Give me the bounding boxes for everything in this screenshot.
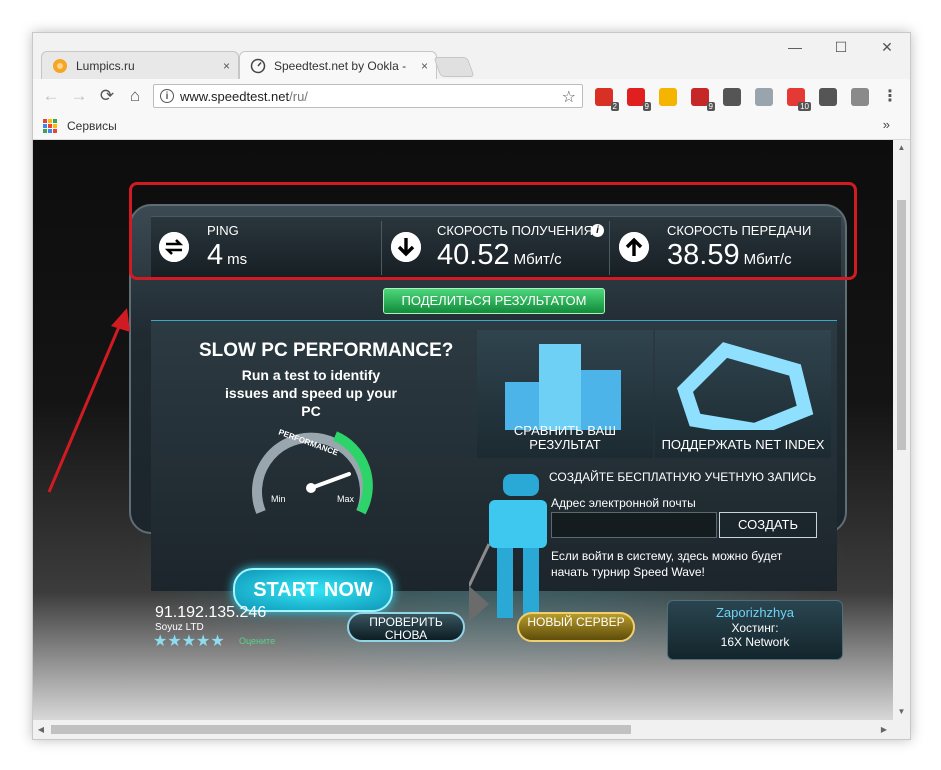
support-tile[interactable]: ПОДДЕРЖАТЬ NET INDEX <box>655 330 831 458</box>
new-tab-button[interactable] <box>433 57 475 77</box>
scroll-down-icon[interactable]: ▼ <box>893 704 910 720</box>
tab-title: Lumpics.ru <box>76 58 135 73</box>
scroll-right-icon[interactable]: ▶ <box>876 720 892 739</box>
horizontal-scroll-thumb[interactable] <box>51 725 631 734</box>
host-label: Хостинг: <box>731 621 779 635</box>
lumpics-favicon-icon <box>52 58 68 74</box>
bookmarks-bar: Сервисы » <box>33 113 910 140</box>
retest-button[interactable]: ПРОВЕРИТЬ СНОВА <box>347 612 465 642</box>
address-host: www.speedtest.net <box>180 88 290 104</box>
vk-icon[interactable] <box>755 88 773 106</box>
scroll-left-icon[interactable]: ◀ <box>33 720 49 739</box>
address-path: /ru/ <box>289 88 308 104</box>
adblock-icon[interactable]: 9 <box>691 88 715 111</box>
person-figure-icon <box>469 474 547 622</box>
rate-label[interactable]: Оцените <box>239 636 275 646</box>
horizontal-scrollbar[interactable]: ◀ ▶ <box>33 720 910 739</box>
bookmark-star-icon[interactable]: ☆ <box>562 87 576 107</box>
close-window-icon[interactable]: ✕ <box>877 39 897 55</box>
browser-toolbar: ← → ⟳ ⌂ i www.speedtest.net/ru/ ☆ 2 9 9 10 … <box>33 79 910 113</box>
speedtest-favicon-icon <box>250 58 266 74</box>
apps-grid-icon[interactable] <box>43 119 57 133</box>
compare-caption: СРАВНИТЬ ВАШ РЕЗУЛЬТАТ <box>513 423 617 452</box>
tab-close-icon[interactable]: × <box>223 59 230 73</box>
reload-icon[interactable]: ⟳ <box>97 86 117 106</box>
tab-speedtest[interactable]: Speedtest.net by Ookla - × <box>239 51 437 79</box>
ad-text: Run a test to identify issues and speed … <box>225 367 397 419</box>
performance-gauge: PERFORMANCE Min Max <box>245 416 377 526</box>
compare-tile[interactable]: СРАВНИТЬ ВАШ РЕЗУЛЬТАТ <box>477 330 653 458</box>
new-server-button[interactable]: НОВЫЙ СЕРВЕР <box>517 612 635 642</box>
tab-lumpics[interactable]: Lumpics.ru × <box>41 51 239 79</box>
host-box[interactable]: Zaporizhzhya Хостинг: 16X Network <box>667 600 843 660</box>
back-icon[interactable]: ← <box>41 86 61 106</box>
host-city: Zaporizhzhya <box>715 605 795 620</box>
site-info-icon[interactable]: i <box>160 89 174 103</box>
bar-chart-icon <box>505 344 621 430</box>
extension-badge: 2 <box>610 102 619 111</box>
opera-icon[interactable]: 9 <box>627 88 651 111</box>
net-index-icon <box>676 342 814 438</box>
extension-badge: 9 <box>706 102 715 111</box>
eye-icon[interactable] <box>819 88 837 106</box>
ad-title: SLOW PC PERFORMANCE? <box>199 340 454 361</box>
browser-window: Lumpics.ru × Speedtest.net by Ookla - × … <box>32 32 911 740</box>
cloud-icon[interactable] <box>851 88 869 106</box>
vertical-scroll-thumb[interactable] <box>897 200 906 450</box>
tab-close-icon[interactable]: × <box>421 59 428 73</box>
apps-bookmark-label[interactable]: Сервисы <box>67 119 117 133</box>
create-account-button[interactable]: СОЗДАТЬ <box>719 512 817 538</box>
share-result-button[interactable]: ПОДЕЛИТЬСЯ РЕЗУЛЬТАТОМ <box>383 288 605 314</box>
scroll-up-icon[interactable]: ▲ <box>893 140 910 156</box>
address-bar[interactable]: i www.speedtest.net/ru/ ☆ <box>153 84 583 108</box>
vertical-scrollbar[interactable]: ▲ ▼ <box>893 140 910 720</box>
red-icon[interactable]: 10 <box>787 88 811 111</box>
support-caption: ПОДДЕРЖАТЬ NET INDEX <box>661 437 825 452</box>
gauge-max: Max <box>337 494 355 504</box>
ip-address: 91.192.135.246 <box>155 604 267 621</box>
gmail-icon[interactable]: 2 <box>595 88 619 111</box>
paw-icon[interactable] <box>659 88 677 106</box>
film-icon[interactable] <box>723 88 741 106</box>
extension-badge: 9 <box>642 102 651 111</box>
tab-title: Speedtest.net by Ookla - <box>274 58 407 73</box>
gauge-min: Min <box>271 494 286 504</box>
forward-icon[interactable]: → <box>69 86 89 106</box>
page-content: PING 4 ms СКОРОСТЬ ПОЛУЧЕНИЯ 40.52 Мбит/с … <box>33 140 893 720</box>
host-name: 16X Network <box>720 635 790 649</box>
rating-stars[interactable]: ★★★★★ <box>153 631 225 651</box>
tab-strip: Lumpics.ru × Speedtest.net by Ookla - × … <box>33 33 910 79</box>
browser-menu-icon[interactable]: ⋮ <box>882 86 898 106</box>
bookmarks-overflow-icon[interactable]: » <box>883 117 890 132</box>
home-icon[interactable]: ⌂ <box>125 86 145 106</box>
minimize-icon[interactable]: — <box>785 39 805 55</box>
maximize-icon[interactable]: ☐ <box>831 39 851 55</box>
extension-badge: 10 <box>798 102 811 111</box>
